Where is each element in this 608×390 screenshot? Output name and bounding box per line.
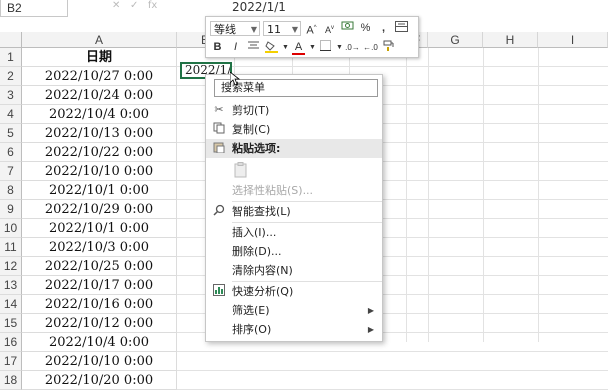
row-header[interactable]: 6: [0, 143, 22, 162]
borders-dropdown[interactable]: ▼: [336, 40, 343, 55]
column-header-a[interactable]: A: [22, 32, 177, 48]
row-header[interactable]: 12: [0, 257, 22, 276]
date-cell[interactable]: 2022/10/10 0:00: [22, 162, 177, 181]
column-header-h[interactable]: H: [483, 32, 538, 48]
search-icon: [212, 204, 226, 218]
date-cell[interactable]: 2022/10/1 0:00: [22, 219, 177, 238]
name-box[interactable]: B2: [0, 0, 68, 17]
fill-color-dropdown[interactable]: ▼: [282, 40, 289, 55]
date-cell[interactable]: 2022/10/10 0:00: [22, 352, 177, 371]
mini-toolbar: 等线 ▼ 11 ▼ A^ Av % , B I ▼ A ▼ ▼ .0→ ←.0: [205, 16, 419, 58]
column-header-g[interactable]: G: [428, 32, 483, 48]
context-menu: 搜索菜单 ✂ 剪切(T) 复制(C) 粘贴选项: 选择性粘贴(S)... 智能查…: [205, 74, 383, 342]
menu-item-cut[interactable]: ✂ 剪切(T): [206, 101, 382, 120]
comma-style-button[interactable]: ,: [376, 21, 391, 36]
date-cell[interactable]: 2022/10/24 0:00: [22, 86, 177, 105]
paintbrush-icon: [383, 40, 393, 51]
date-cell[interactable]: 2022/10/22 0:00: [22, 143, 177, 162]
borders-button[interactable]: [318, 40, 333, 55]
row-header[interactable]: 3: [0, 86, 22, 105]
paste-option-button[interactable]: [206, 159, 382, 181]
date-cell[interactable]: 2022/10/3 0:00: [22, 238, 177, 257]
row-header[interactable]: 15: [0, 314, 22, 333]
row-header[interactable]: 2: [0, 67, 22, 86]
row-header[interactable]: 5: [0, 124, 22, 143]
row-header[interactable]: 8: [0, 181, 22, 200]
format-painter-button[interactable]: [381, 40, 396, 55]
row-header[interactable]: 7: [0, 162, 22, 181]
date-cell[interactable]: 2022/10/1 0:00: [22, 181, 177, 200]
menu-item-quick-analysis[interactable]: 快速分析(Q): [206, 282, 382, 301]
row-header[interactable]: 14: [0, 295, 22, 314]
menu-item-paste-options: 粘贴选项:: [206, 139, 382, 158]
font-color-dropdown[interactable]: ▼: [309, 40, 316, 55]
menu-item-sort[interactable]: 排序(O) ▶: [206, 320, 382, 339]
merge-center-button[interactable]: [394, 21, 409, 36]
row-header[interactable]: 13: [0, 276, 22, 295]
date-cell[interactable]: 2022/10/20 0:00: [22, 371, 177, 390]
menu-item-paste-special[interactable]: 选择性粘贴(S)...: [206, 181, 382, 200]
grow-font-button[interactable]: A^: [304, 21, 319, 37]
align-center-icon: [248, 41, 259, 49]
font-color-button[interactable]: A: [291, 40, 306, 55]
merge-icon: [395, 21, 408, 32]
quick-analysis-icon: [212, 284, 226, 298]
select-all-corner[interactable]: [0, 32, 22, 48]
date-cell[interactable]: 2022/10/4 0:00: [22, 333, 177, 352]
percent-button[interactable]: %: [358, 21, 373, 36]
date-cell[interactable]: 2022/10/16 0:00: [22, 295, 177, 314]
row-header[interactable]: 9: [0, 200, 22, 219]
scissors-icon: ✂: [214, 103, 224, 116]
row-header[interactable]: 18: [0, 371, 22, 390]
currency-icon: [341, 21, 354, 30]
row-header[interactable]: 16: [0, 333, 22, 352]
menu-item-delete[interactable]: 删除(D)...: [206, 242, 382, 261]
formula-bar-buttons: ✕ ✓ fx: [112, 0, 192, 14]
date-cell[interactable]: 2022/10/17 0:00: [22, 276, 177, 295]
row-header[interactable]: 4: [0, 105, 22, 124]
formula-input[interactable]: 2022/1/1: [232, 0, 286, 14]
date-cell[interactable]: 2022/10/29 0:00: [22, 200, 177, 219]
italic-button[interactable]: I: [228, 40, 243, 55]
row-header[interactable]: 10: [0, 219, 22, 238]
submenu-arrow-icon: ▶: [367, 306, 374, 315]
date-cell[interactable]: 2022/10/25 0:00: [22, 257, 177, 276]
date-cell[interactable]: 2022/10/27 0:00: [22, 67, 177, 86]
menu-item-copy[interactable]: 复制(C): [206, 120, 382, 139]
function-icon[interactable]: fx: [148, 0, 157, 11]
menu-item-smart-lookup[interactable]: 智能查找(L): [206, 202, 382, 221]
header-cell-date[interactable]: 日期: [22, 48, 177, 67]
column-header-i[interactable]: I: [538, 32, 608, 48]
currency-format-button[interactable]: [340, 21, 355, 36]
submenu-arrow-icon: ▶: [367, 325, 374, 334]
borders-icon: [320, 40, 331, 51]
copy-icon: [212, 122, 226, 136]
row-header[interactable]: 1: [0, 48, 22, 67]
enter-icon[interactable]: ✓: [130, 0, 138, 11]
menu-item-clear-contents[interactable]: 清除内容(N): [206, 261, 382, 280]
shrink-font-button[interactable]: Av: [322, 21, 337, 36]
menu-item-filter[interactable]: 筛选(E) ▶: [206, 301, 382, 320]
font-name-select[interactable]: 等线 ▼: [210, 21, 260, 36]
row-header[interactable]: 11: [0, 238, 22, 257]
date-cell[interactable]: 2022/10/4 0:00: [22, 105, 177, 124]
date-cell[interactable]: 2022/10/12 0:00: [22, 314, 177, 333]
menu-item-insert[interactable]: 插入(I)...: [206, 223, 382, 242]
decrease-decimal-button[interactable]: ←.0: [363, 40, 378, 55]
bold-button[interactable]: B: [210, 40, 225, 55]
fill-bucket-icon: [265, 41, 278, 53]
date-cell[interactable]: 2022/10/13 0:00: [22, 124, 177, 143]
increase-decimal-button[interactable]: .0→: [345, 40, 360, 55]
cancel-icon[interactable]: ✕: [112, 0, 120, 11]
align-center-button[interactable]: [246, 40, 261, 55]
paste-icon: [212, 141, 226, 155]
fill-color-button[interactable]: [264, 40, 279, 55]
row-header[interactable]: 17: [0, 352, 22, 371]
font-size-select[interactable]: 11 ▼: [263, 21, 301, 36]
